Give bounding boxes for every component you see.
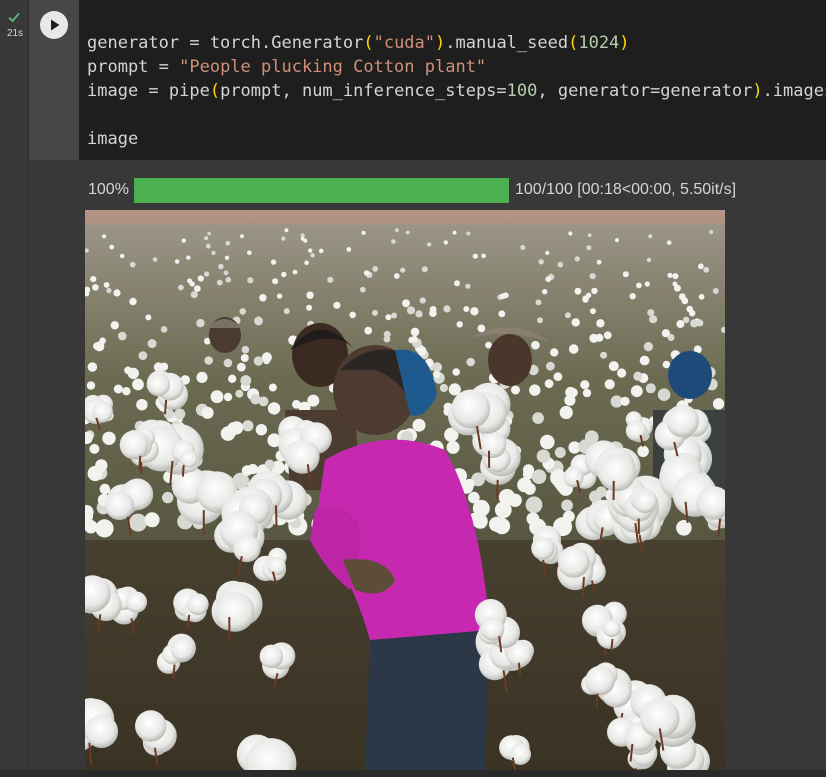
code-token: "cuda" [373,33,436,53]
run-cell-button[interactable] [40,11,68,39]
cell-gutter: 21s [0,0,29,770]
code-line[interactable]: generator = torch.Generator("cuda").manu… [87,33,630,53]
code-block[interactable]: generator = torch.Generator("cuda").manu… [87,31,826,151]
code-token: prompt, num_inference_steps= [220,81,507,101]
code-token: .images [762,81,826,101]
progress-stats: 100/100 [00:18<00:00, 5.50it/s] [515,181,737,198]
cotton-field-image [85,210,725,770]
run-column [29,0,79,160]
generated-image [85,210,725,770]
code-token: image [87,129,139,149]
code-editor[interactable]: generator = torch.Generator("cuda").manu… [79,0,826,160]
play-icon [41,12,67,38]
code-token: ( [568,33,579,53]
code-line[interactable]: image [87,129,138,149]
code-line[interactable]: image = pipe(prompt, num_inference_steps… [87,81,826,101]
code-line[interactable]: prompt = "People plucking Cotton plant" [87,57,486,77]
progress-bar [134,177,509,203]
code-token: "People plucking Cotton plant" [179,57,487,77]
code-token: ) [619,33,630,53]
progress-row: 100% 100/100 [00:18<00:00, 5.50it/s] [88,177,736,203]
code-token: ) [435,33,446,53]
code-token: .manual_seed [445,33,569,53]
code-token: , generator=generator [537,81,753,101]
cell-output: 100% 100/100 [00:18<00:00, 5.50it/s] [29,160,826,770]
code-token: ( [363,33,374,53]
check-icon [8,12,20,23]
code-token: 100 [506,81,538,101]
code-token: prompt = [87,57,180,77]
code-token: ( [209,81,221,101]
bottom-scroll-edge [0,770,826,777]
progress-bar-fill [134,177,509,203]
progress-percent: 100% [88,181,129,198]
execution-time: 21s [6,28,24,39]
code-token: image = pipe [87,81,210,101]
code-token: 1024 [578,33,620,53]
code-token: ) [752,81,763,101]
notebook-cell: 21s generator = torch.Generator("cuda").… [0,0,826,777]
code-token: generator = torch.Generator [87,33,364,53]
